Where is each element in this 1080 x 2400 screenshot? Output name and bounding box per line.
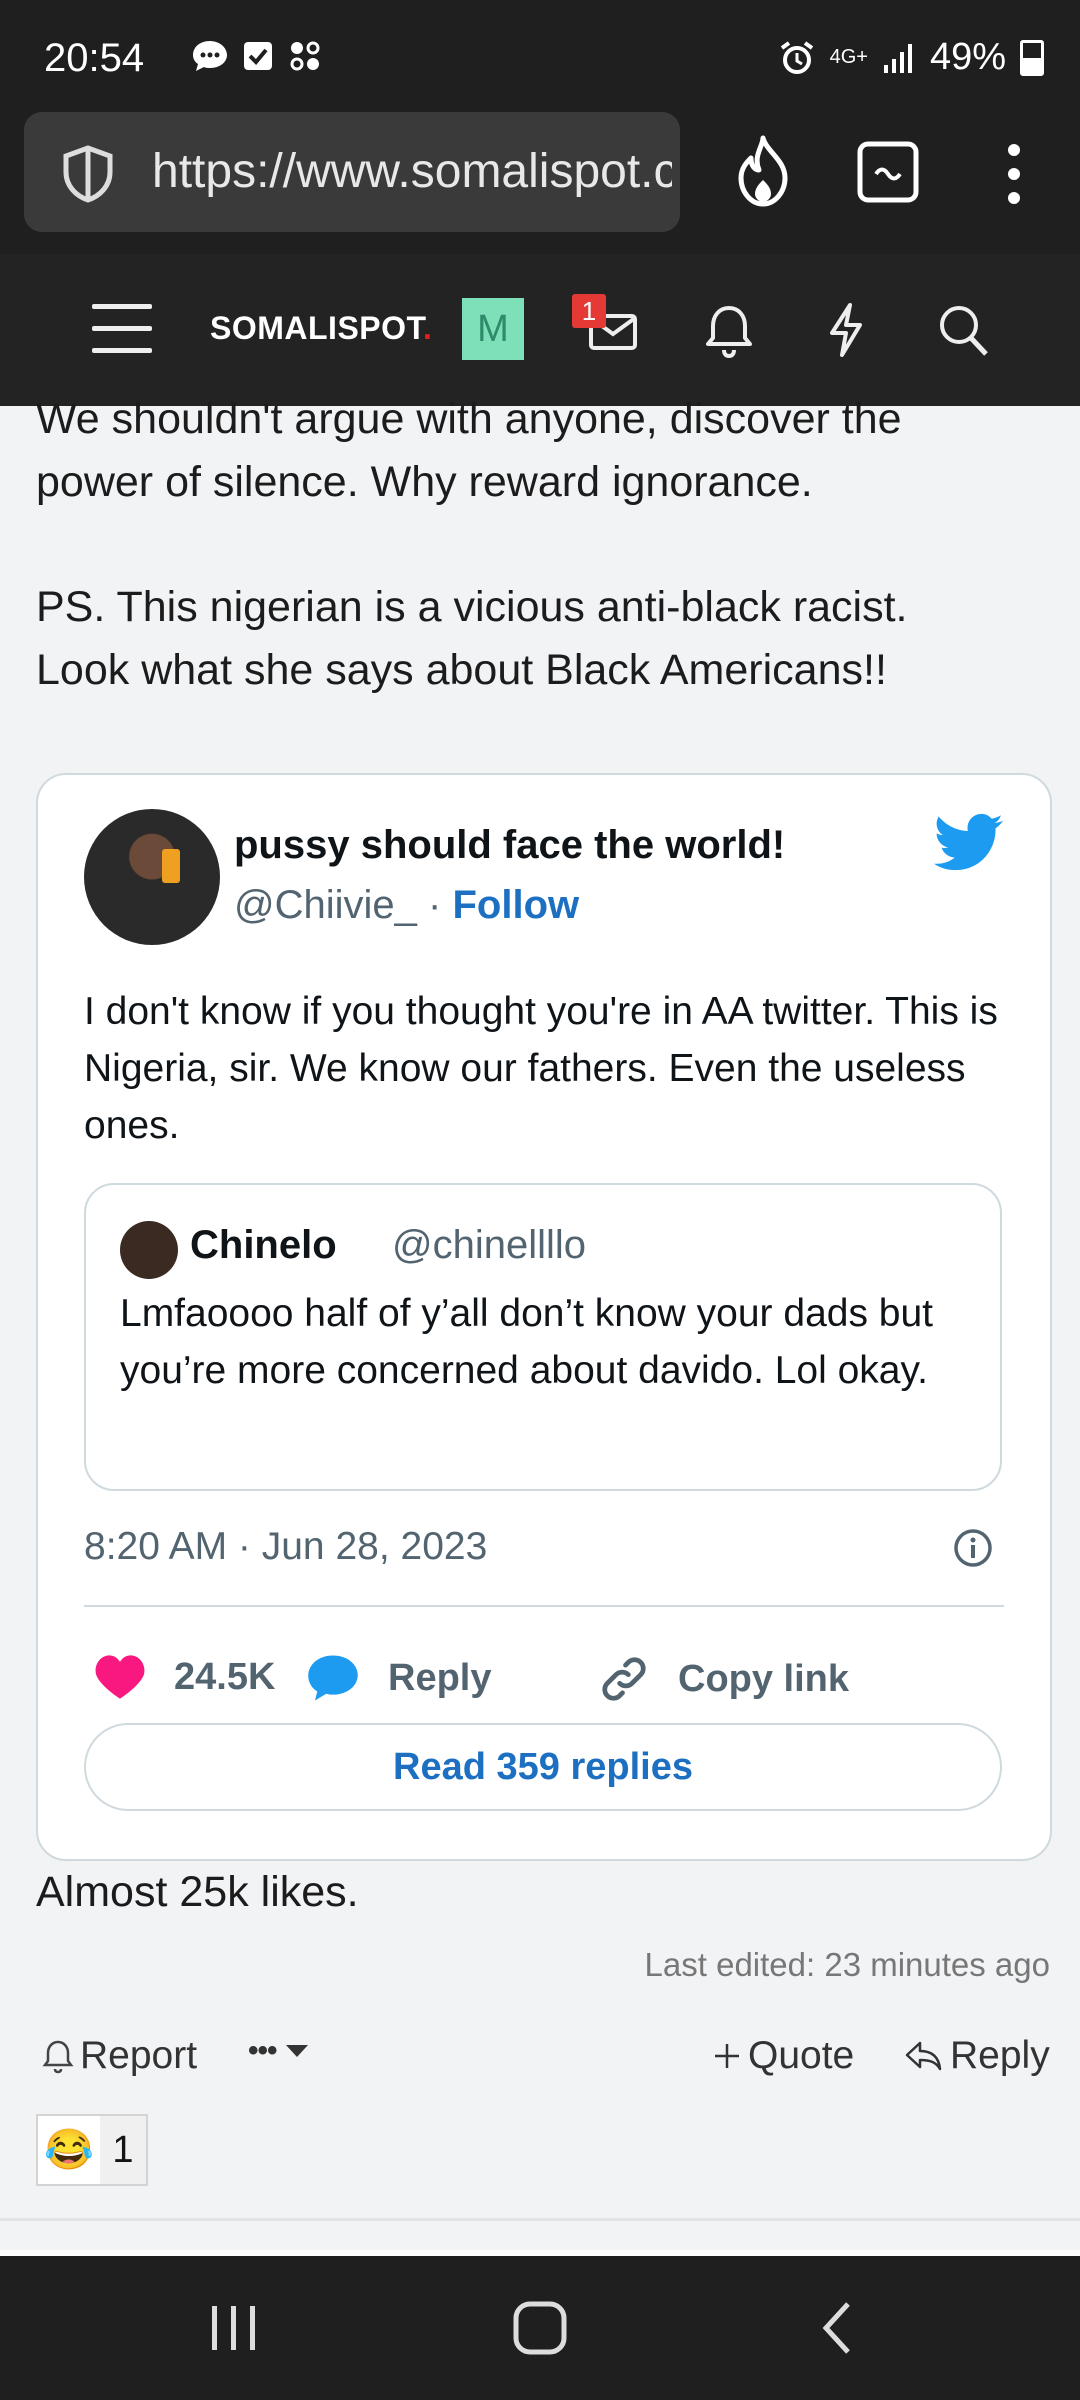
reply-button[interactable]: Reply [904,2034,1050,2078]
reaction-count: 1 [100,2116,146,2184]
report-label: Report [80,2034,198,2077]
copy-link-action[interactable]: Copy link [598,1653,849,1705]
last-edited-note[interactable]: Last edited: 23 minutes ago [645,1946,1050,1984]
like-action[interactable]: 24.5K [94,1653,275,1701]
more-icon[interactable] [1000,142,1028,206]
site-logo[interactable]: SOMALISPOT. [210,310,432,347]
heart-icon[interactable] [94,1653,146,1701]
bell-icon [42,2040,74,2074]
status-time: 20:54 [44,36,145,80]
tweet-timestamp[interactable]: 8:20 AM · Jun 28, 2023 [84,1525,487,1569]
read-replies-button[interactable]: Read 359 replies [84,1723,1002,1811]
system-nav-bar [0,2256,1080,2400]
reply-label: Reply [950,2034,1050,2077]
post-text-line: Look what she says about Black Americans… [36,646,887,694]
quoted-author-name[interactable]: Chinelo [190,1223,337,1268]
caret-down-icon [285,2045,308,2057]
twitter-bird-icon[interactable] [934,813,1004,873]
plus-icon [715,2044,739,2068]
quote-label: Quote [748,2034,855,2077]
tweet-author-name[interactable]: pussy should face the world! [234,823,785,868]
signal-icon [883,43,912,73]
quoted-author-handle[interactable]: @chinellllo [392,1223,586,1268]
speech-bubble-icon[interactable] [306,1653,360,1703]
alarm-icon [780,40,813,74]
recent-apps-icon[interactable] [206,2302,262,2354]
address-bar[interactable]: https://www.somalispot.com [24,112,680,232]
tweet-author-handle[interactable]: @Chiivie_ [234,883,417,927]
post-separator [0,2218,1080,2221]
reaction-summary[interactable]: 😂 1 [36,2114,148,2186]
quote-button[interactable]: Quote [712,2034,854,2078]
search-icon[interactable] [936,302,990,358]
hamburger-menu-icon[interactable] [92,304,152,370]
report-link[interactable]: Report [42,2034,197,2078]
chat-icon [193,41,227,71]
fire-icon[interactable] [730,134,796,210]
battery-icon [1020,39,1044,76]
battery-percent: 49% [929,36,1006,78]
info-icon[interactable] [952,1527,994,1569]
home-icon[interactable] [510,2300,570,2356]
bell-icon[interactable] [704,302,754,358]
tab-switcher-icon[interactable] [856,140,920,204]
quoted-tweet-text: Lmfaoooo half of y’all don’t know your d… [120,1292,934,1392]
reply-label: Reply [388,1656,492,1699]
handle-separator: · [428,883,442,927]
status-bar: 20:54 4G+ 49% [0,0,1080,112]
post-text-line: power of silence. Why reward ignorance. [36,458,813,506]
site-nav: SOMALISPOT. M 1 [0,254,1080,406]
post-text-line: PS. This nigerian is a vicious anti-blac… [36,583,908,631]
tweet-text: I don't know if you thought you're in AA… [84,990,998,1147]
browser-toolbar: https://www.somalispot.com [0,112,1080,254]
quoted-author-avatar[interactable] [120,1221,178,1279]
reply-arrow-icon [905,2041,942,2071]
post-text-line: We shouldn't argue with anyone, discover… [36,395,902,443]
check-box-icon [244,42,272,70]
quoted-tweet[interactable]: Chinelo @chinellllo Lmfaoooo half of y’a… [84,1183,1002,1491]
logo-text: SOMALISPOT [210,310,424,346]
grid-icon [290,41,320,71]
follow-link[interactable]: Follow [452,883,579,927]
tweet-author-avatar[interactable] [84,809,220,945]
network-type: 4G+ [829,46,868,68]
tweet-divider [84,1605,1004,1607]
more-options-menu[interactable]: ••• [248,2034,311,2068]
back-icon[interactable] [818,2300,858,2356]
like-count: 24.5K [174,1655,276,1698]
post-text-line: Almost 25k likes. [36,1868,359,1916]
user-avatar[interactable]: M [462,298,524,360]
tweet-embed: pussy should face the world! @Chiivie_ ·… [36,773,1052,1861]
url-text[interactable]: https://www.somalispot.com [152,144,672,199]
more-dots: ••• [248,2034,277,2067]
shield-icon[interactable] [56,142,120,206]
link-icon[interactable] [598,1653,650,1705]
lightning-icon[interactable] [824,302,868,358]
laughing-emoji-icon: 😂 [44,2128,94,2172]
copy-link-label: Copy link [678,1657,850,1700]
inbox-badge: 1 [572,294,606,328]
reply-action[interactable]: Reply [306,1653,491,1703]
tweet-author-line: @Chiivie_ · Follow [234,883,579,928]
